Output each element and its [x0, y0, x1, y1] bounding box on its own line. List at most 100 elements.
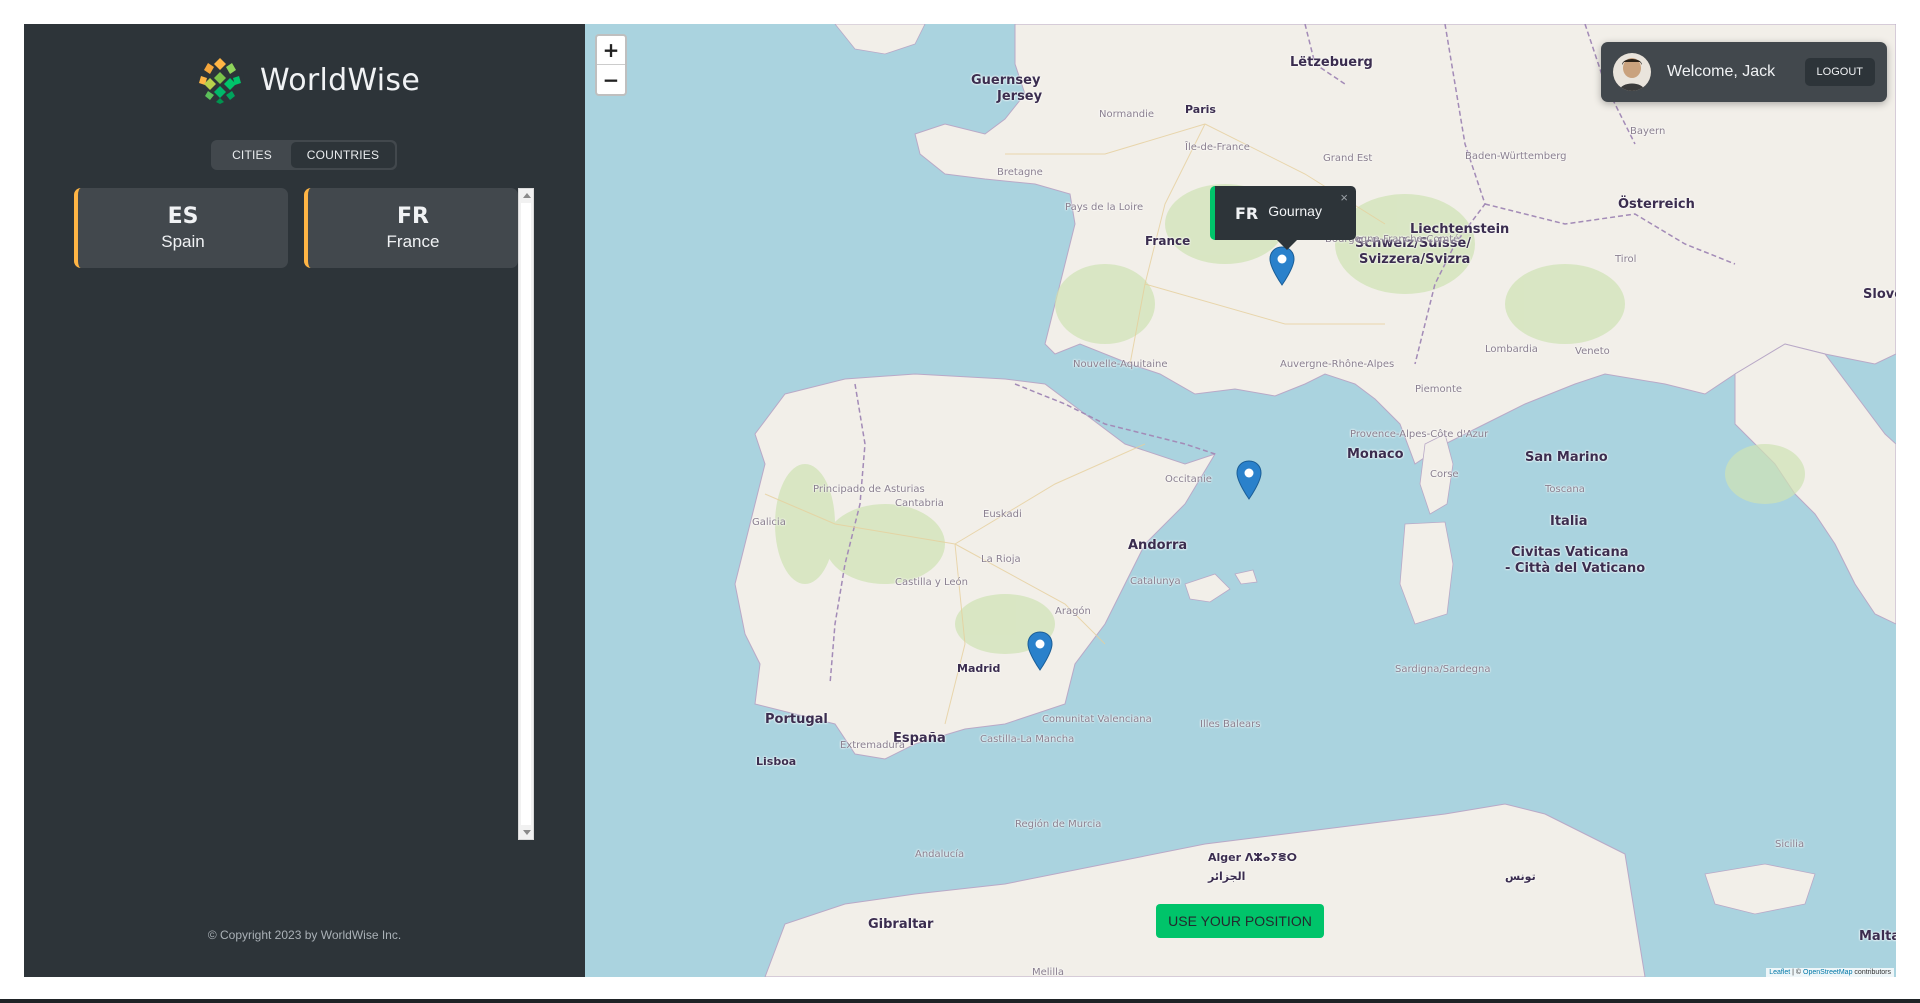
map-label-alger-ar: الجزائر	[1208, 870, 1246, 883]
country-code: FR	[397, 204, 429, 229]
city-popup[interactable]: FR Gournay ×	[1210, 186, 1356, 250]
map-label-malta: Malta	[1859, 929, 1896, 944]
map-region-normandie: Normandie	[1099, 109, 1155, 120]
map-region-melilla: Melilla	[1032, 967, 1065, 977]
map-label-letzebuerg: Lëtzebuerg	[1290, 55, 1373, 70]
map-marker-icon[interactable]	[1236, 460, 1262, 500]
map-region-provence: Provence-Alpes-Côte d'Azur	[1350, 429, 1489, 440]
logout-button[interactable]: LOGOUT	[1804, 58, 1875, 86]
attribution-separator: | ©	[1792, 969, 1802, 976]
list-scrollbar[interactable]	[518, 188, 534, 840]
country-name: France	[386, 232, 440, 251]
popup-tip	[1277, 240, 1297, 250]
country-item[interactable]: ES Spain	[74, 188, 288, 268]
map-region-euskadi: Euskadi	[983, 509, 1022, 520]
popup-country-code: FR	[1235, 203, 1259, 223]
bottom-rule	[0, 999, 1920, 1003]
map-marker-icon[interactable]	[1027, 631, 1053, 671]
map-region-galicia: Galicia	[752, 517, 786, 528]
map-label-guernsey: Guernsey	[971, 73, 1041, 88]
tab-cities[interactable]: CITIES	[213, 142, 291, 168]
country-list[interactable]: ES Spain FR France	[74, 188, 534, 840]
map-label-italia: Italia	[1550, 514, 1588, 529]
app-layout: WorldWise CITIES COUNTRIES ES Spain FR F…	[24, 24, 1896, 977]
map-region-sardegna: Sardigna/Sardegna	[1395, 664, 1491, 675]
copyright: © Copyright 2023 by WorldWise Inc.	[207, 928, 402, 942]
map-label-madrid: Madrid	[957, 662, 1001, 675]
map-region-illes-balears: Illes Balears	[1200, 719, 1261, 730]
map-region-lombardia: Lombardia	[1485, 344, 1538, 355]
map-region-castilla-mancha: Castilla-La Mancha	[980, 734, 1075, 745]
map-region-veneto: Veneto	[1575, 346, 1610, 357]
map-region-piemonte: Piemonte	[1415, 384, 1463, 395]
map-label-andorra: Andorra	[1128, 538, 1188, 553]
map-region-tirol: Tirol	[1615, 254, 1637, 265]
map-region-grand-est: Grand Est	[1323, 153, 1373, 164]
user-avatar-icon	[1613, 53, 1651, 91]
map-label-portugal: Portugal	[765, 712, 828, 727]
map-label-osterreich: Österreich	[1618, 197, 1695, 212]
map-label-svizzera: Svizzera/Svizra	[1359, 252, 1471, 267]
map-region-cantabria: Cantabria	[895, 498, 944, 509]
scroll-up-icon[interactable]	[523, 193, 531, 198]
map-region-baden: Baden-Württemberg	[1465, 151, 1567, 162]
sidebar: WorldWise CITIES COUNTRIES ES Spain FR F…	[24, 24, 585, 977]
map-label-vaticana-2: - Città del Vaticano	[1505, 561, 1646, 576]
app-name: WorldWise	[260, 62, 421, 98]
map-region-andalucia: Andalucía	[915, 849, 965, 860]
map-container[interactable]: Guernsey Jersey Paris Lëtzebuerg France …	[585, 24, 1896, 977]
map-label-paris: Paris	[1185, 103, 1216, 116]
map-region-extremadura: Extremadura	[840, 740, 905, 751]
scroll-thumb[interactable]	[521, 203, 531, 825]
country-item[interactable]: FR France	[304, 188, 518, 268]
map-region-la-rioja: La Rioja	[981, 554, 1021, 565]
map-region-nouvelle-aquitaine: Nouvelle-Aquitaine	[1073, 359, 1168, 370]
popup-close-icon[interactable]: ×	[1340, 190, 1348, 205]
map-region-corse: Corse	[1430, 469, 1459, 480]
country-code: ES	[167, 204, 199, 229]
zoom-in-button[interactable]: +	[597, 36, 625, 65]
map-region-murcia: Región de Murcia	[1015, 819, 1102, 830]
attribution-suffix: contributors	[1854, 969, 1891, 976]
map-region-asturias: Principado de Asturias	[813, 484, 925, 495]
map-region-pays-loire: Pays de la Loire	[1065, 202, 1144, 213]
map-region-sicilia: Sicilia	[1775, 839, 1805, 850]
map-region-occitanie: Occitanie	[1165, 474, 1212, 485]
map-region-ile-de-france: Île-de-France	[1185, 142, 1250, 153]
osm-link[interactable]: OpenStreetMap	[1803, 969, 1852, 976]
logo[interactable]: WorldWise	[194, 54, 420, 106]
map-label-alger: Alger ⴷⵣⴰⵢⴻⵔ	[1208, 851, 1298, 864]
tab-countries[interactable]: COUNTRIES	[291, 142, 395, 168]
map-label-tunis: تونس	[1505, 870, 1536, 883]
map-region-castilla-leon: Castilla y León	[895, 577, 968, 588]
zoom-control: + −	[595, 34, 627, 96]
map-label-jersey: Jersey	[997, 89, 1043, 104]
map-region-bretagne: Bretagne	[997, 167, 1043, 178]
sidebar-tabs: CITIES COUNTRIES	[211, 140, 397, 170]
map-attribution: Leaflet | © OpenStreetMap contributors	[1766, 968, 1894, 977]
map-region-auvergne: Auvergne-Rhône-Alpes	[1280, 359, 1395, 370]
popup-city-name: Gournay	[1268, 203, 1322, 219]
welcome-text: Welcome, Jack	[1667, 63, 1776, 80]
map-marker-icon[interactable]	[1269, 246, 1295, 286]
map-tiles[interactable]	[585, 24, 1896, 977]
user-panel: Welcome, Jack LOGOUT	[1601, 42, 1887, 102]
map-label-vaticana-1: Civitas Vaticana	[1511, 545, 1629, 560]
use-position-button[interactable]: USE YOUR POSITION	[1156, 904, 1324, 938]
map-label-san-marino: San Marino	[1525, 450, 1608, 465]
map-region-catalunya: Catalunya	[1130, 576, 1181, 587]
country-grid: ES Spain FR France	[74, 188, 520, 268]
map-region-aragon: Aragón	[1055, 606, 1091, 617]
scroll-down-icon[interactable]	[523, 830, 531, 835]
country-name: Spain	[161, 232, 205, 251]
map-region-toscana: Toscana	[1545, 484, 1585, 495]
worldwise-logo-icon	[196, 56, 244, 104]
map-label-slovenija: Sloveni	[1863, 287, 1896, 302]
map-region-bayern: Bayern	[1630, 126, 1666, 137]
zoom-out-button[interactable]: −	[597, 65, 625, 94]
map-region-valenciana: Comunitat Valenciana	[1042, 714, 1152, 725]
map-label-france: France	[1145, 234, 1191, 248]
map-label-lisboa: Lisboa	[756, 755, 797, 768]
map-label-monaco: Monaco	[1347, 447, 1404, 462]
leaflet-link[interactable]: Leaflet	[1769, 969, 1790, 976]
